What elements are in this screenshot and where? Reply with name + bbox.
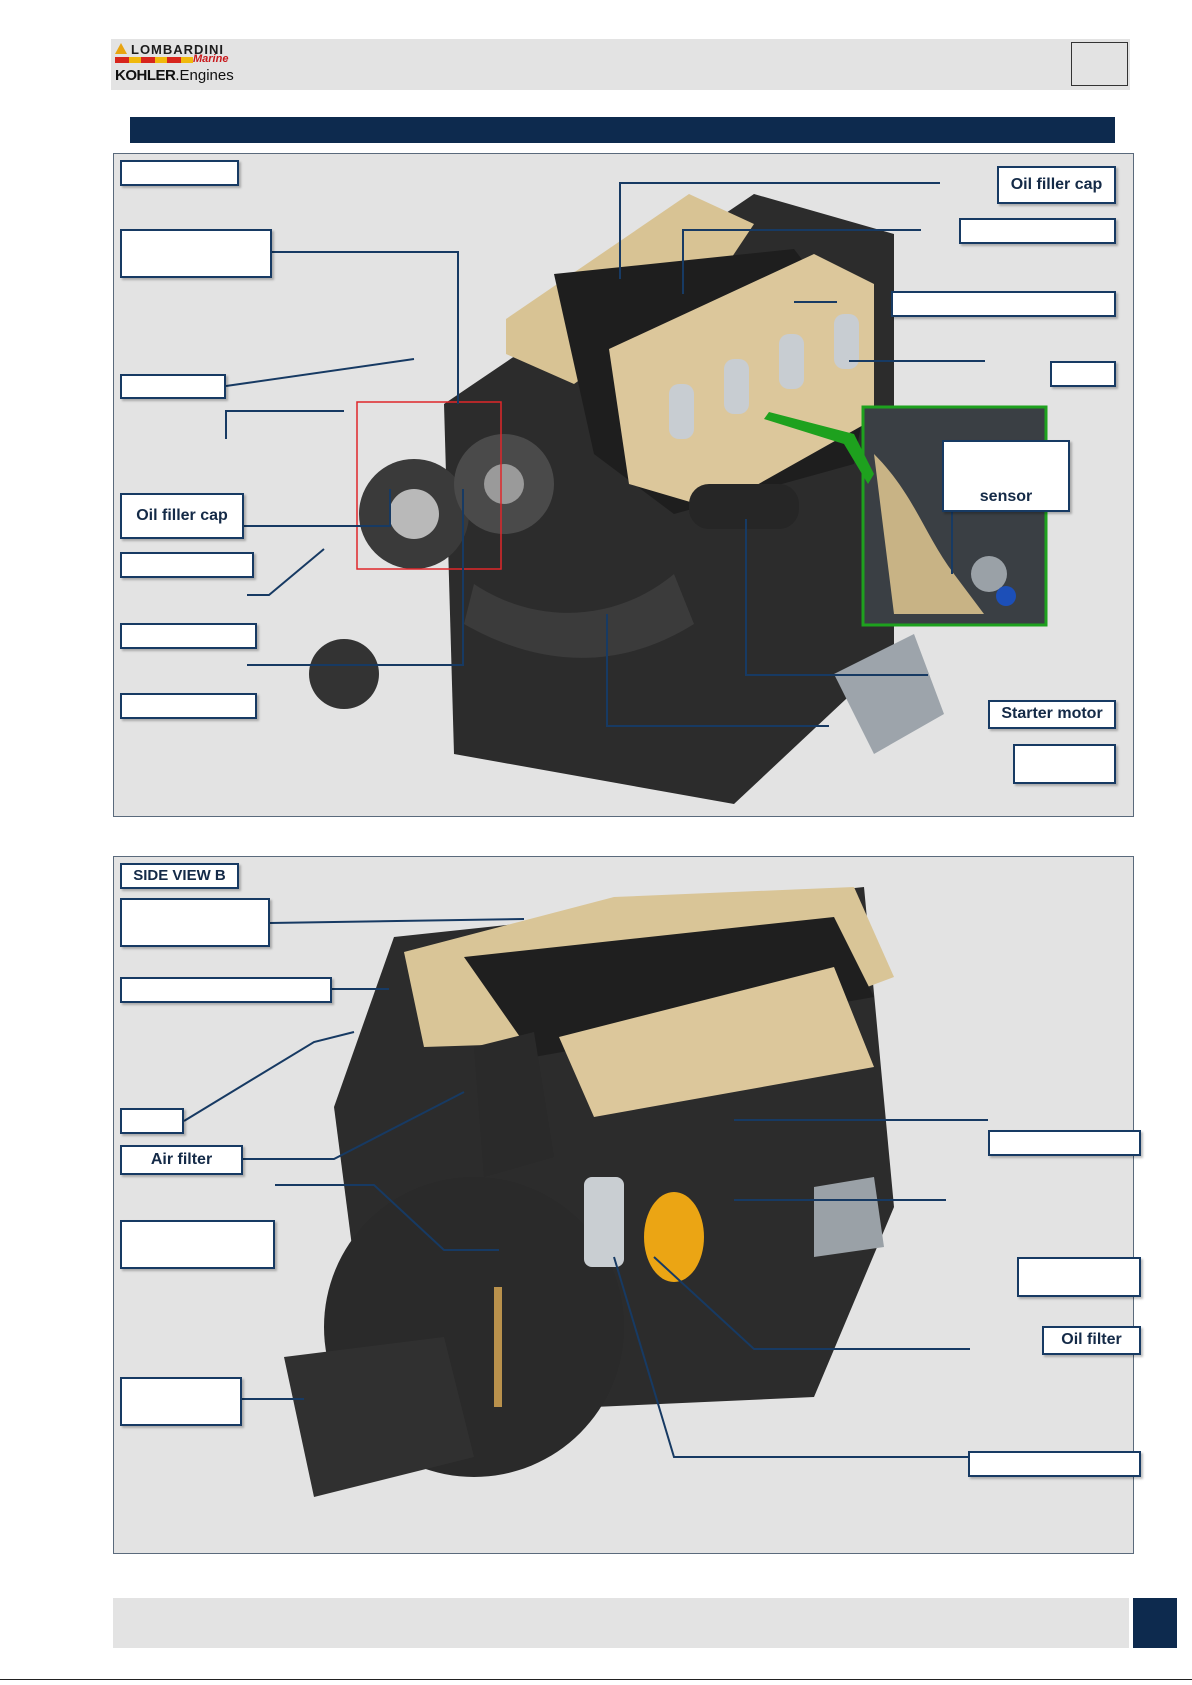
callout-b-left-5: [120, 1220, 275, 1269]
callout-b-right-1: [988, 1130, 1141, 1156]
callout-a-pump-left: [120, 623, 257, 649]
brand-logo: LOMBARDINI Marine KOHLER.Engines: [115, 42, 245, 88]
callout-a-right-3: [891, 291, 1116, 317]
inset-label-sensor: sensor: [979, 487, 1033, 505]
header-bar: LOMBARDINI Marine KOHLER.Engines: [111, 39, 1130, 90]
callout-b-right-4: [968, 1451, 1141, 1477]
callout-inset-sensor: sensor: [942, 440, 1070, 512]
callout-oil-filter: Oil filter: [1042, 1326, 1141, 1355]
callout-a-mid-left: [120, 374, 226, 399]
page-ref-box: [1071, 42, 1128, 86]
callout-oil-filler-cap-left: Oil filler cap: [120, 493, 244, 539]
callout-a-top-left: [120, 229, 272, 278]
logo-marine: Marine: [193, 53, 229, 65]
panel-side-view-a: Oil filler cap Oil filler cap sensor Sta…: [113, 153, 1134, 817]
callout-b-left-3: [120, 1108, 184, 1134]
callout-b-left-2: [120, 977, 332, 1003]
callout-air-filter: Air filter: [120, 1145, 243, 1175]
callout-a-belt-left: [120, 693, 257, 719]
callout-starter-motor: Starter motor: [988, 700, 1116, 729]
callout-b-left-6: [120, 1377, 242, 1426]
panel-side-view-b: SIDE VIEW B Air filter Oil filter: [113, 856, 1141, 1554]
footer-bar: [113, 1598, 1129, 1648]
callout-b-top-left: [120, 898, 270, 947]
logo-kohler: KOHLER.Engines: [115, 67, 234, 84]
callout-a-right-bottom: [1013, 744, 1116, 784]
bottom-rule: [0, 1679, 1192, 1680]
callout-oil-filler-cap-top: Oil filler cap: [997, 166, 1116, 204]
callout-a-right-2: [959, 218, 1116, 244]
logo-triangle-icon: [115, 43, 127, 54]
callout-b-right-2: [1017, 1257, 1141, 1297]
section-title-bar: [130, 117, 1115, 143]
callout-a-right-4: [1050, 361, 1116, 387]
view-label-b: SIDE VIEW B: [120, 863, 239, 889]
footer-page-number: [1133, 1598, 1177, 1648]
view-label-a: [120, 160, 239, 186]
callout-a-pulley-left: [120, 552, 254, 578]
logo-stripe: [115, 57, 193, 63]
